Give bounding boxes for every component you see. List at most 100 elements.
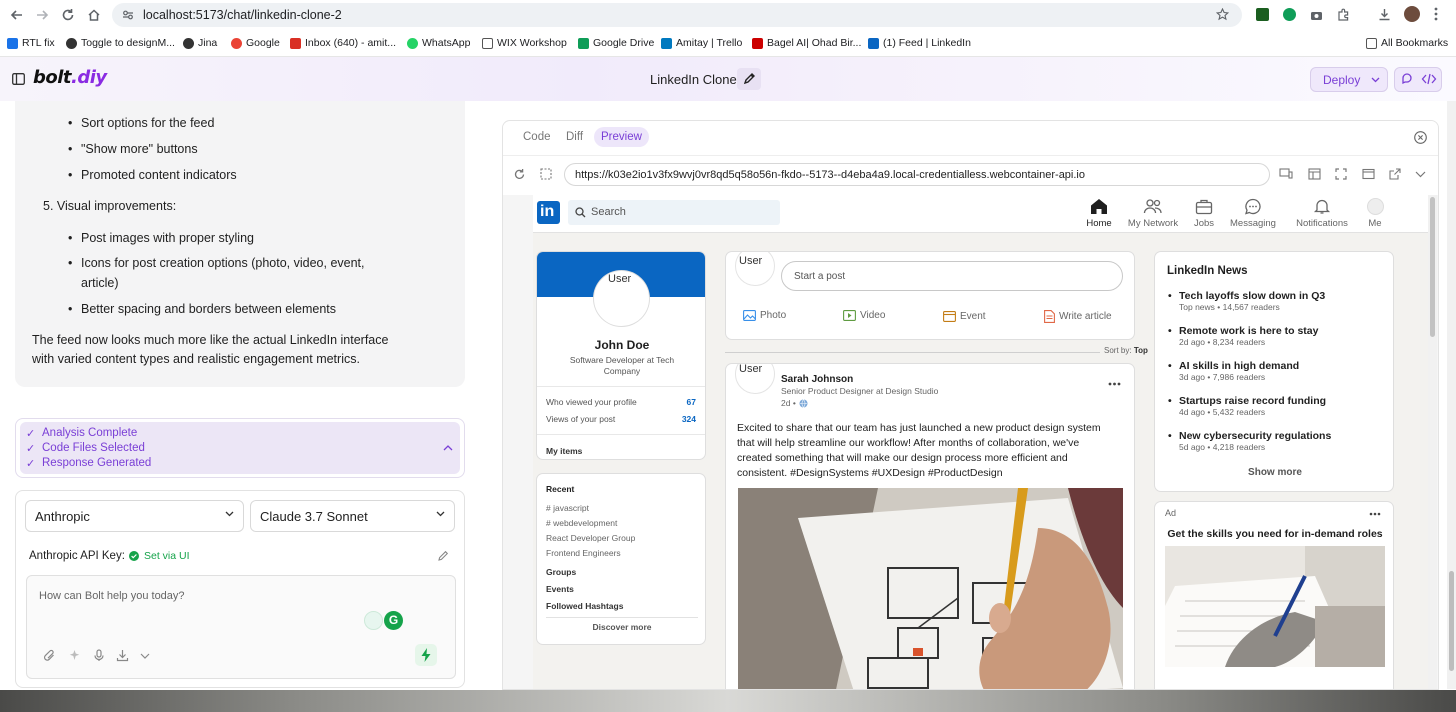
news-item[interactable]: • AI skills in high demand 3d ago • 7,986… xyxy=(1168,360,1299,382)
close-icon[interactable] xyxy=(1414,131,1427,144)
ad-title[interactable]: Get the skills you need for in-demand ro… xyxy=(1155,528,1393,540)
extension-icon[interactable] xyxy=(1256,8,1269,21)
download-icon[interactable] xyxy=(1378,8,1391,21)
model-select[interactable]: Claude 3.7 Sonnet xyxy=(250,500,455,532)
tab-preview[interactable]: Preview xyxy=(594,127,649,147)
enhance-sparkle-icon[interactable] xyxy=(68,649,81,662)
nav-notifications[interactable]: Notifications xyxy=(1294,198,1350,229)
forward-icon[interactable] xyxy=(35,8,49,22)
element-selector-icon[interactable] xyxy=(540,168,552,180)
nav-my-network[interactable]: My Network xyxy=(1126,198,1180,229)
bookmark-item[interactable]: Google Drive xyxy=(578,37,654,49)
show-more-button[interactable]: Show more xyxy=(1155,467,1393,478)
more-options-icon[interactable] xyxy=(1369,512,1381,516)
write-article-button[interactable]: Write article xyxy=(1044,310,1112,323)
bookmark-item[interactable]: (1) Feed | LinkedIn xyxy=(868,37,971,49)
camera-icon[interactable] xyxy=(1310,9,1323,21)
recent-item[interactable]: React Developer Group xyxy=(546,533,635,543)
news-item[interactable]: • New cybersecurity regulations 5d ago • … xyxy=(1168,430,1331,452)
grammarly-icon[interactable]: G xyxy=(384,611,403,630)
collapse-chevron-icon[interactable] xyxy=(443,444,453,451)
preview-scrollbar[interactable] xyxy=(1428,195,1437,689)
news-item[interactable]: • Startups raise record funding 4d ago • … xyxy=(1168,395,1326,417)
recent-item[interactable]: Frontend Engineers xyxy=(546,548,621,558)
video-button[interactable]: Video xyxy=(843,310,885,321)
avatar[interactable]: User xyxy=(735,364,775,394)
events-link[interactable]: Events xyxy=(546,584,574,594)
provider-select[interactable]: Anthropic xyxy=(25,500,244,532)
home-icon[interactable] xyxy=(87,8,101,22)
stat-label[interactable]: Who viewed your profile xyxy=(546,397,637,407)
search-input[interactable]: Search xyxy=(568,200,780,225)
profile-name[interactable]: John Doe xyxy=(537,338,705,352)
bookmark-item[interactable]: Jina xyxy=(183,37,217,49)
fullscreen-icon[interactable] xyxy=(1335,168,1347,180)
bookmark-item[interactable]: Google xyxy=(231,37,280,49)
chevron-down-icon[interactable] xyxy=(140,653,150,659)
back-icon[interactable] xyxy=(10,8,24,22)
prompt-textarea[interactable]: How can Bolt help you today? G xyxy=(26,575,456,679)
news-item[interactable]: • Remote work is here to stay 2d ago • 8,… xyxy=(1168,325,1318,347)
bookmark-item[interactable]: WIX Workshop xyxy=(482,37,567,49)
bookmark-item[interactable]: Inbox (640) - amit... xyxy=(290,37,396,49)
page-scrollbar[interactable] xyxy=(1447,101,1456,689)
nav-jobs[interactable]: Jobs xyxy=(1189,198,1219,229)
followed-hashtags-link[interactable]: Followed Hashtags xyxy=(546,601,623,611)
groups-link[interactable]: Groups xyxy=(546,567,576,577)
tab-code[interactable]: Code xyxy=(523,131,551,143)
layout-icon[interactable] xyxy=(1308,168,1321,180)
scrollbar-thumb[interactable] xyxy=(1430,197,1435,337)
profile-avatar[interactable] xyxy=(1404,6,1420,22)
post-author[interactable]: Sarah Johnson xyxy=(781,374,853,385)
bookmark-item[interactable]: Toggle to designM... xyxy=(66,37,175,49)
bookmark-item[interactable]: Bagel AI| Ohad Bir... xyxy=(752,37,861,49)
sort-by[interactable]: Sort by: Top ▼ xyxy=(1104,346,1160,355)
scrollbar-thumb[interactable] xyxy=(1449,571,1454,671)
device-icon[interactable] xyxy=(1279,168,1293,180)
site-info-icon[interactable] xyxy=(122,9,134,21)
more-options-icon[interactable] xyxy=(1108,382,1121,386)
grammarly-bulb-icon[interactable] xyxy=(364,611,383,630)
menu-kebab-icon[interactable] xyxy=(1434,7,1438,21)
sidebar-toggle-icon[interactable] xyxy=(12,73,25,85)
import-icon[interactable] xyxy=(116,649,129,662)
reload-icon[interactable] xyxy=(61,8,75,22)
linkedin-logo[interactable]: in xyxy=(537,201,560,224)
recent-item[interactable]: # webdevelopment xyxy=(546,518,617,528)
my-items-link[interactable]: My items xyxy=(546,446,582,456)
code-toggle-icon[interactable] xyxy=(1421,72,1437,86)
grammarly-extension-icon[interactable] xyxy=(1283,8,1296,21)
attach-icon[interactable] xyxy=(43,649,56,662)
news-item[interactable]: • Tech layoffs slow down in Q3 Top news •… xyxy=(1168,290,1325,312)
start-post-input[interactable]: Start a post xyxy=(781,261,1123,291)
microphone-icon[interactable] xyxy=(93,649,105,662)
all-bookmarks[interactable]: All Bookmarks xyxy=(1366,37,1448,49)
send-button[interactable] xyxy=(415,644,437,666)
tab-diff[interactable]: Diff xyxy=(566,131,583,143)
window-icon[interactable] xyxy=(1362,168,1375,180)
reload-icon[interactable] xyxy=(513,168,526,181)
nav-home[interactable]: Home xyxy=(1081,198,1117,229)
bookmark-item[interactable]: WhatsApp xyxy=(407,37,470,49)
extensions-puzzle-icon[interactable] xyxy=(1337,8,1350,21)
edit-api-key-icon[interactable] xyxy=(437,550,449,562)
bookmark-item[interactable]: RTL fix xyxy=(7,37,55,49)
profile-avatar[interactable]: User xyxy=(594,271,649,326)
bookmark-item[interactable]: Amitay | Trello xyxy=(661,37,742,49)
nav-messaging[interactable]: Messaging xyxy=(1228,198,1278,229)
preview-url-bar[interactable]: https://k03e2io1v3fx9wvj0vr8qd5q58o56n-f… xyxy=(564,163,1270,186)
edit-title-button[interactable] xyxy=(737,68,761,90)
post-image[interactable] xyxy=(738,488,1123,689)
event-button[interactable]: Event xyxy=(943,310,986,322)
chat-toggle-icon[interactable] xyxy=(1400,72,1414,86)
address-bar[interactable]: localhost:5173/chat/linkedin-clone-2 xyxy=(112,3,1242,27)
bookmark-star-icon[interactable] xyxy=(1216,8,1229,21)
discover-more-button[interactable]: Discover more xyxy=(537,622,705,632)
chevron-down-icon[interactable] xyxy=(1415,171,1426,178)
ad-image[interactable] xyxy=(1165,546,1385,667)
stat-label[interactable]: Views of your post xyxy=(546,414,615,424)
deploy-button[interactable]: Deploy xyxy=(1310,67,1388,92)
open-external-icon[interactable] xyxy=(1389,168,1401,180)
nav-me[interactable]: Me xyxy=(1363,198,1387,229)
photo-button[interactable]: Photo xyxy=(743,310,786,321)
